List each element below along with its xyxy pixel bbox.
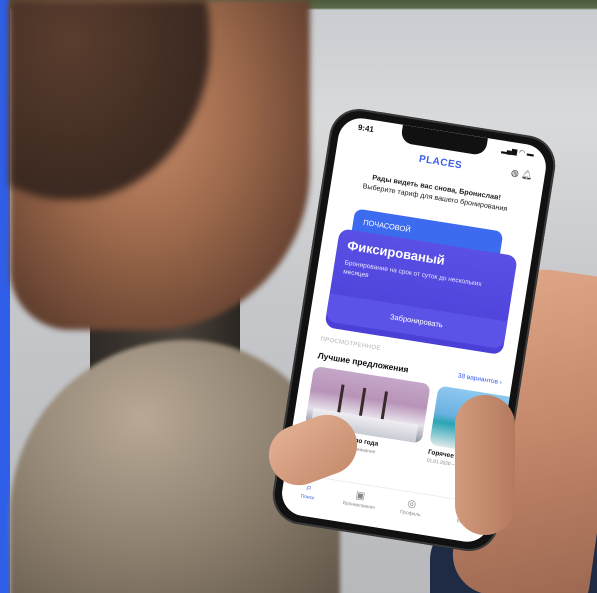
person-hair bbox=[10, 0, 210, 200]
photo-scene: 9:41 ▂▄▆ ◠ ▬ PLACES ◍ 🔔︎ Рады видеть вас… bbox=[0, 0, 597, 593]
person-fingers bbox=[455, 395, 515, 535]
chat-icon[interactable]: ◍ bbox=[510, 167, 519, 178]
status-time: 9:41 bbox=[357, 122, 375, 135]
tab-profile[interactable]: ◎ Профиль bbox=[390, 496, 432, 520]
bell-icon[interactable]: 🔔︎ bbox=[521, 169, 534, 181]
status-icons: ▂▄▆ ◠ ▬ bbox=[500, 146, 535, 159]
section-tag: ПРОСМОТРЕННОЕ bbox=[319, 336, 382, 352]
accent-bar bbox=[0, 0, 10, 593]
see-all-link[interactable]: 38 вариантов › bbox=[457, 372, 502, 386]
tab-bookings[interactable]: ▣ Бронирования bbox=[339, 488, 381, 512]
